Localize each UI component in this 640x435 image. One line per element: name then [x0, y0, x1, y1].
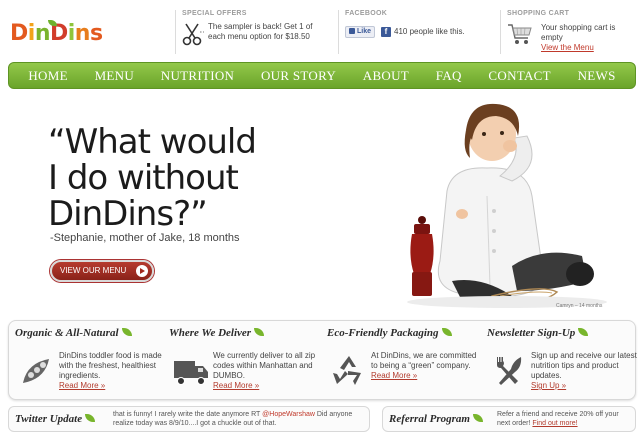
nav-nutrition[interactable]: NUTRITION	[161, 68, 234, 84]
feature-newsletter: Newsletter Sign-Up Sign up and receive o…	[487, 327, 637, 397]
leaf-icon	[441, 328, 452, 336]
dindins-logo[interactable]: DinDins	[10, 16, 110, 52]
read-more-link[interactable]: Read More »	[213, 381, 259, 390]
leaf-icon	[254, 328, 265, 336]
quote-attribution: -Stephanie, mother of Jake, 18 months	[50, 232, 240, 244]
feature-title: Where We Deliver	[169, 327, 319, 339]
leaf-icon	[472, 414, 483, 422]
quote-line: DinDins?”	[48, 194, 208, 234]
feature-delivery: Where We Deliver We currently deliver to…	[169, 327, 319, 397]
twitter-handle-link[interactable]: @HopeWarshaw	[262, 411, 315, 418]
peapod-icon	[23, 359, 49, 383]
shopping-cart-box: SHOPPING CART Your shopping cart is empt…	[500, 10, 630, 54]
thumbs-up-icon	[349, 28, 355, 35]
hero-quote: “What would I do without DinDins?”	[48, 124, 368, 232]
special-offers-box: SPECIAL OFFERS The sampler is back! Get …	[175, 10, 325, 54]
feature-eco-packaging: Eco-Friendly Packaging At DinDins, we ar…	[327, 327, 477, 397]
nav-contact[interactable]: CONTACT	[488, 68, 550, 84]
read-more-link[interactable]: Read More »	[59, 381, 105, 390]
facebook-box: FACEBOOK Like f 410 people like this.	[338, 10, 488, 54]
read-more-link[interactable]: Read More »	[371, 371, 417, 380]
referral-title: Referral Program	[389, 413, 483, 425]
nav-news[interactable]: NEWS	[578, 68, 616, 84]
truck-icon	[174, 361, 208, 385]
fork-knife-icon	[497, 357, 522, 385]
arrow-right-icon	[136, 265, 148, 277]
cart-status: Your shopping cart is empty View the Men…	[541, 23, 631, 53]
shopping-cart-title: SHOPPING CART	[507, 10, 570, 17]
referral-text: Refer a friend and receive 20% off your …	[497, 411, 619, 427]
feature-organic: Organic & All-Natural DinDins toddler fo…	[15, 327, 165, 397]
nav-faq[interactable]: FAQ	[436, 68, 462, 84]
leaf-icon	[85, 414, 96, 422]
main-nav: HOME MENU NUTRITION OUR STORY ABOUT FAQ …	[8, 62, 636, 89]
sign-up-link[interactable]: Sign Up »	[531, 381, 566, 390]
feature-text: DinDins toddler food is made with the fr…	[59, 351, 162, 390]
view-menu-link[interactable]: View the Menu	[541, 43, 594, 52]
photo-credit: Camryn – 14 months	[556, 303, 603, 309]
nav-our-story[interactable]: OUR STORY	[261, 68, 336, 84]
special-offer-text[interactable]: The sampler is back! Get 1 of each menu …	[208, 22, 320, 42]
feature-text: We currently deliver to all zip codes wi…	[213, 351, 316, 390]
shopping-cart-icon[interactable]	[507, 22, 533, 46]
facebook-logo-icon: f	[381, 27, 391, 37]
facebook-title: FACEBOOK	[345, 10, 388, 17]
feature-text: Sign up and receive our latest nutrition…	[531, 351, 637, 390]
leaf-icon	[578, 328, 589, 336]
referral-program-bar: Referral Program Refer a friend and rece…	[382, 406, 636, 432]
feature-text: At DinDins, we are committed to being a …	[371, 351, 477, 380]
cart-empty-text: Your shopping cart is empty	[541, 23, 616, 42]
special-offers-title: SPECIAL OFFERS	[182, 10, 247, 17]
twitter-title: Twitter Update	[15, 413, 96, 425]
logo-wordmark: DinDins	[10, 21, 103, 46]
feature-title: Organic & All-Natural	[15, 327, 165, 339]
nav-about[interactable]: ABOUT	[363, 68, 409, 84]
twitter-update-bar: Twitter Update that is funny! I rarely w…	[8, 406, 370, 432]
quote-line: I do without	[48, 158, 239, 198]
leaf-icon	[121, 328, 132, 336]
feature-title: Newsletter Sign-Up	[487, 327, 637, 339]
view-menu-label: VIEW OUR MENU	[60, 266, 127, 275]
quote-line: “What would	[48, 122, 257, 162]
nav-menu[interactable]: MENU	[95, 68, 134, 84]
hero-child-chef-photo	[407, 103, 607, 308]
find-out-more-link[interactable]: Find out more!	[532, 420, 577, 427]
feature-title: Eco-Friendly Packaging	[327, 327, 477, 339]
view-our-menu-button[interactable]: VIEW OUR MENU	[50, 260, 154, 282]
facebook-like-count: 410 people like this.	[394, 27, 465, 36]
features-panel: Organic & All-Natural DinDins toddler fo…	[8, 320, 637, 400]
tweet-text: that is funny! I rarely write the date a…	[113, 411, 353, 427]
recycle-icon	[333, 356, 361, 385]
nav-home[interactable]: HOME	[28, 68, 67, 84]
facebook-like-button[interactable]: Like	[345, 26, 376, 38]
scissors-icon	[182, 23, 204, 46]
